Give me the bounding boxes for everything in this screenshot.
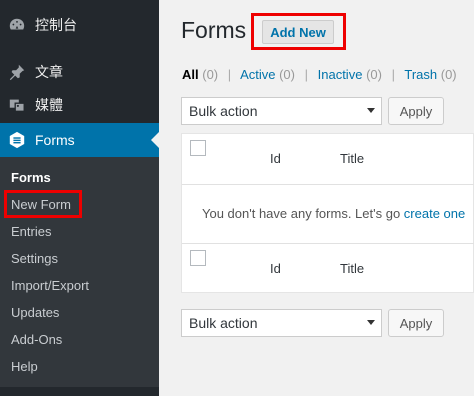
- submenu-help[interactable]: Help: [11, 359, 38, 375]
- bulk-action-select-top[interactable]: Bulk action: [181, 97, 382, 125]
- submenu-forms[interactable]: Forms: [11, 170, 51, 186]
- menu-label: Forms: [35, 132, 75, 148]
- media-icon: [9, 99, 25, 112]
- separator: |: [227, 67, 232, 82]
- table-footer: Id Title: [182, 244, 474, 294]
- submenu-entries[interactable]: Entries: [11, 224, 51, 240]
- dashboard-icon: [9, 18, 25, 30]
- chevron-down-icon: [367, 108, 375, 113]
- empty-message: You don't have any forms. Let's go creat…: [202, 206, 465, 221]
- column-id[interactable]: Id: [270, 261, 281, 276]
- column-id[interactable]: Id: [270, 151, 281, 166]
- separator: |: [391, 67, 395, 82]
- menu-label: 文章: [35, 64, 63, 80]
- submenu-settings[interactable]: Settings: [11, 251, 58, 267]
- menu-item-dashboard[interactable]: 控制台: [0, 8, 159, 42]
- apply-button-top[interactable]: Apply: [388, 97, 444, 125]
- forms-table: Id Title You don't have any forms. Let's…: [181, 133, 474, 293]
- separator: |: [304, 67, 308, 82]
- chevron-down-icon: [367, 320, 375, 325]
- column-title[interactable]: Title: [340, 151, 364, 166]
- create-one-link[interactable]: create one: [404, 206, 465, 221]
- filter-count: (0): [440, 67, 457, 82]
- page-title: Forms: [181, 17, 247, 43]
- filter-all[interactable]: All: [182, 67, 199, 82]
- submenu-add-ons[interactable]: Add-Ons: [11, 332, 62, 348]
- bulk-action-select-bottom[interactable]: Bulk action: [181, 309, 382, 337]
- submenu-import-export[interactable]: Import/Export: [11, 278, 89, 294]
- menu-item-posts[interactable]: 文章: [0, 55, 159, 89]
- bulk-action-label: Bulk action: [189, 315, 258, 331]
- select-all-checkbox[interactable]: [190, 140, 206, 156]
- column-title[interactable]: Title: [340, 261, 364, 276]
- select-all-checkbox[interactable]: [190, 250, 206, 266]
- pin-icon: [9, 64, 25, 81]
- admin-sidebar: 控制台 文章 媒體 Forms Forms New Form Entries S…: [0, 0, 159, 396]
- menu-item-forms[interactable]: Forms: [0, 123, 159, 157]
- highlight-box: [251, 13, 346, 50]
- forms-icon: [9, 131, 25, 149]
- status-filters: All (0) | Active (0) | Inactive (0) | Tr…: [182, 67, 457, 82]
- filter-inactive[interactable]: Inactive: [318, 67, 363, 82]
- submenu-updates[interactable]: Updates: [11, 305, 59, 321]
- menu-label: 媒體: [35, 97, 63, 113]
- apply-button-bottom[interactable]: Apply: [388, 309, 444, 337]
- main-content: Forms Add New All (0) | Active (0) | Ina…: [159, 0, 474, 396]
- filter-trash[interactable]: Trash: [404, 67, 437, 82]
- filter-active[interactable]: Active: [240, 67, 275, 82]
- filter-count: (0): [202, 67, 219, 82]
- divider: [182, 184, 474, 185]
- menu-label: 控制台: [35, 17, 77, 33]
- bulk-action-label: Bulk action: [189, 103, 258, 119]
- filter-count: (0): [366, 67, 382, 82]
- highlight-box: [4, 190, 82, 218]
- empty-text: You don't have any forms. Let's go: [202, 206, 401, 221]
- filter-count: (0): [279, 67, 295, 82]
- table-header: Id Title: [182, 134, 474, 184]
- menu-item-media[interactable]: 媒體: [0, 88, 159, 122]
